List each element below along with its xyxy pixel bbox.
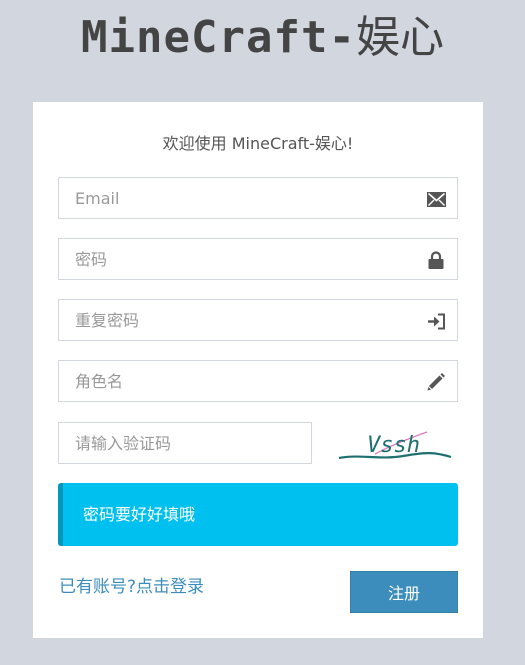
password-repeat-field [58, 299, 458, 341]
password-repeat-input[interactable] [59, 300, 399, 340]
character-name-field [58, 360, 458, 402]
captcha-input[interactable] [59, 423, 309, 463]
logo-title-cn: 娱心 [355, 12, 444, 63]
email-field [58, 177, 458, 219]
logo-title-en: MineCraft- [81, 12, 356, 63]
welcome-message: 欢迎使用 MineCraft-娱心! [162, 134, 354, 153]
envelope-icon [426, 189, 446, 209]
lock-icon [426, 250, 446, 270]
site-logo: MineCraft-娱心 [0, 10, 525, 66]
login-link[interactable]: 已有账号?点击登录 [59, 572, 204, 597]
pencil-icon [426, 372, 446, 392]
sign-in-icon [426, 311, 446, 331]
email-input[interactable] [59, 178, 399, 218]
register-box: 欢迎使用 MineCraft-娱心! Email 角色名 请输入验证码 Vssh… [33, 102, 483, 638]
captcha-text: Vssh [367, 433, 420, 458]
password-input[interactable] [59, 239, 399, 279]
password-notice: 密码要好好填哦 [58, 483, 458, 546]
password-field [58, 238, 458, 280]
captcha-field [58, 422, 312, 464]
register-button[interactable]: 注册 [350, 571, 458, 613]
captcha-image[interactable]: Vssh [335, 418, 453, 466]
character-name-input[interactable] [59, 361, 399, 401]
